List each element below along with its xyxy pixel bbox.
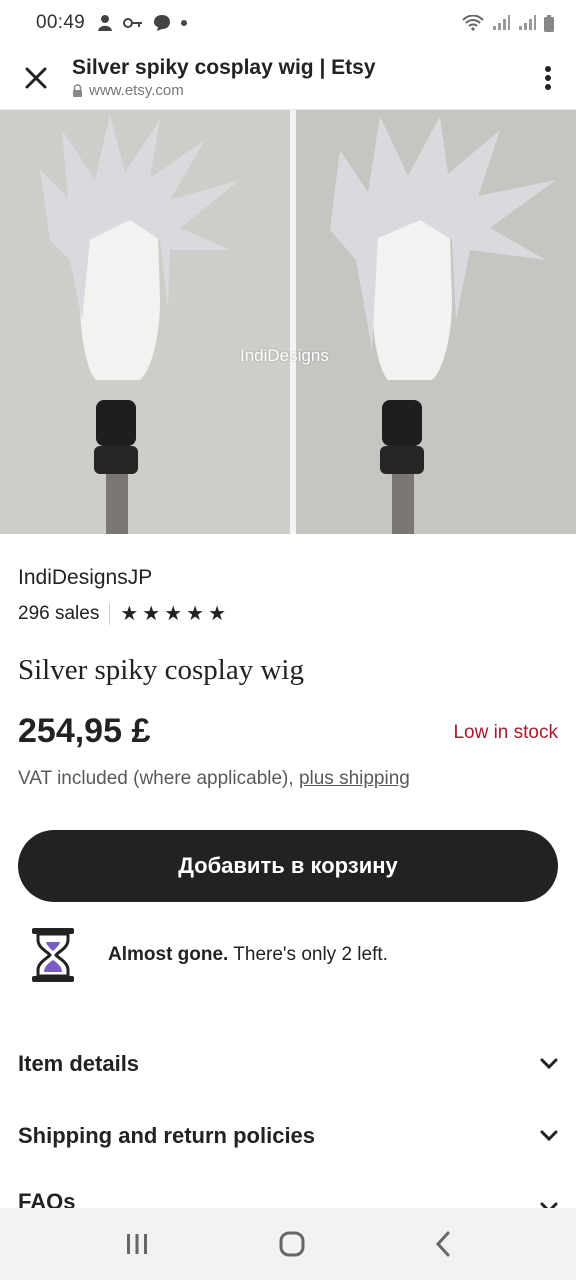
almost-gone-text: Almost gone. There's only 2 left.	[108, 944, 388, 966]
lock-icon	[73, 84, 82, 97]
item-details-section[interactable]: Item details	[0, 1036, 576, 1092]
signal-icon-2	[519, 15, 536, 30]
section-label: FAQs	[18, 1189, 76, 1208]
chevron-down-icon	[540, 1058, 558, 1070]
sales-rating-row: 296 sales ★ ★ ★ ★ ★	[18, 603, 226, 625]
almost-gone-notice: Almost gone. There's only 2 left.	[30, 926, 388, 984]
product-image[interactable]: IndiDesigns	[0, 110, 576, 534]
wifi-icon	[462, 15, 484, 31]
section-label: Item details	[18, 1051, 140, 1076]
almost-gone-rest: There's only 2 left.	[228, 944, 388, 965]
photo-watermark: IndiDesigns	[240, 346, 329, 365]
browser-url: www.etsy.com	[89, 81, 184, 99]
add-to-cart-button[interactable]: Добавить в корзину	[18, 830, 558, 902]
product-price: 254,95 £	[18, 712, 151, 750]
chevron-down-icon	[540, 1130, 558, 1142]
stock-status: Low in stock	[453, 722, 558, 743]
browser-page-title: Silver spiky cosplay wig | Etsy	[72, 55, 376, 79]
hourglass-icon	[32, 928, 74, 982]
more-notifications-dot	[181, 20, 188, 26]
product-photo-illustration	[0, 110, 576, 534]
browser-url-bar: Silver spiky cosplay wig | Etsy www.etsy…	[0, 46, 576, 110]
status-time: 00:49	[36, 12, 86, 33]
faqs-section[interactable]: FAQs	[0, 1180, 576, 1208]
key-icon	[123, 18, 143, 28]
home-icon[interactable]	[279, 1231, 305, 1257]
url-text-block[interactable]: Silver spiky cosplay wig | Etsy www.etsy…	[72, 55, 520, 101]
more-options-button[interactable]	[520, 46, 576, 110]
battery-icon	[544, 14, 554, 32]
notification-person-icon	[98, 15, 113, 31]
section-label: Shipping and return policies	[18, 1123, 316, 1148]
chat-bubble-icon	[154, 15, 171, 31]
almost-gone-bold: Almost gone.	[108, 944, 229, 965]
star-icon: ★	[164, 603, 183, 625]
star-icon: ★	[142, 603, 161, 625]
star-icon: ★	[208, 603, 227, 625]
shipping-link[interactable]: plus shipping	[299, 768, 410, 789]
status-bar: 00:49	[0, 0, 576, 46]
close-button[interactable]	[0, 46, 72, 110]
divider	[109, 603, 111, 625]
star-icon: ★	[186, 603, 205, 625]
sales-count: 296 sales	[18, 603, 100, 624]
vat-text: VAT included (where applicable),	[18, 768, 299, 789]
star-icon: ★	[120, 603, 139, 625]
shipping-policies-section[interactable]: Shipping and return policies	[0, 1108, 576, 1164]
signal-icon-1	[493, 15, 510, 30]
recents-icon[interactable]	[125, 1233, 149, 1255]
rating-stars[interactable]: ★ ★ ★ ★ ★	[120, 604, 226, 624]
back-icon[interactable]	[435, 1231, 451, 1257]
vat-info: VAT included (where applicable), plus sh…	[18, 768, 410, 790]
shop-name-link[interactable]: IndiDesignsJP	[18, 566, 152, 590]
close-icon	[25, 67, 47, 88]
system-nav-bar	[0, 1208, 576, 1280]
more-vert-icon	[545, 65, 551, 90]
product-title: Silver spiky cosplay wig	[18, 654, 304, 686]
